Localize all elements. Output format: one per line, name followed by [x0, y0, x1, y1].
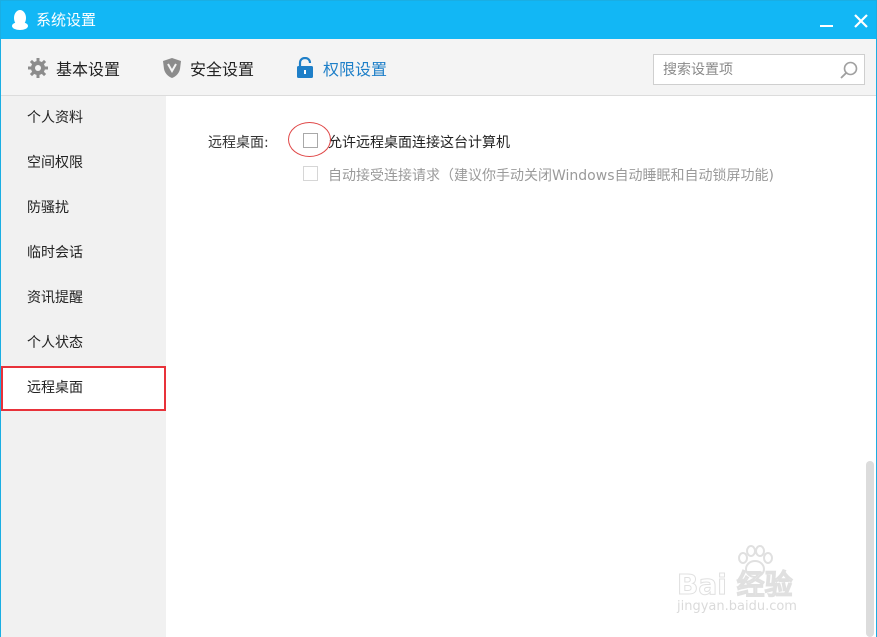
auto-accept-label[interactable]: 自动接受连接请求（建议你手动关闭Windows自动睡眠和自动锁屏功能): [328, 165, 774, 185]
tab-basic-settings[interactable]: 基本设置: [27, 55, 120, 81]
tab-security-settings-label: 安全设置: [190, 60, 255, 79]
section-label: 远程桌面:: [208, 135, 269, 151]
lock-icon: [297, 57, 313, 78]
sidebar-item-remote-desktop[interactable]: 远程桌面: [1, 366, 166, 411]
shield-icon: [163, 58, 181, 78]
baidu-jingyan-watermark: Bai 经验 jingyan.baidu.com: [673, 541, 873, 631]
tab-permission-settings-label: 权限设置: [323, 60, 388, 79]
minimize-button[interactable]: [813, 5, 841, 35]
gear-icon: [28, 58, 48, 78]
window-title: 系统设置: [36, 11, 97, 29]
watermark-url: jingyan.baidu.com: [677, 599, 797, 614]
tab-permission-settings[interactable]: 权限设置: [294, 55, 387, 81]
sidebar-item-temp-chat[interactable]: 临时会话: [1, 231, 166, 276]
minimize-icon: [820, 25, 833, 27]
search-icon[interactable]: [839, 60, 859, 80]
highlight-circle: [288, 122, 331, 157]
search-input[interactable]: [654, 55, 834, 84]
watermark-text: Bai 经验: [677, 568, 794, 602]
search-box[interactable]: [653, 54, 865, 85]
settings-toolbar: 基本设置 安全设置 权限设置: [1, 39, 876, 96]
sidebar-item-personal-status[interactable]: 个人状态: [1, 321, 166, 366]
tab-basic-settings-label: 基本设置: [56, 60, 121, 79]
title-bar[interactable]: 系统设置: [1, 1, 876, 39]
tab-security-settings[interactable]: 安全设置: [161, 55, 254, 81]
sidebar-item-anti-harassment[interactable]: 防骚扰: [1, 186, 166, 231]
settings-window: 系统设置 基本设置 安全设置 权限设置 搜索设置项 个人资料 空间权限 防骚扰 …: [0, 0, 877, 637]
qq-penguin-icon: [12, 10, 28, 30]
sidebar-item-news-alert[interactable]: 资讯提醒: [1, 276, 166, 321]
sidebar-item-personal-info[interactable]: 个人资料: [1, 96, 166, 141]
settings-sidebar: 个人资料 空间权限 防骚扰 临时会话 资讯提醒 个人状态 远程桌面: [1, 96, 166, 637]
auto-accept-checkbox[interactable]: [303, 166, 318, 181]
allow-remote-desktop-label[interactable]: 允许远程桌面连接这台计算机: [328, 132, 510, 152]
sidebar-item-space-permission[interactable]: 空间权限: [1, 141, 166, 186]
close-icon[interactable]: [847, 7, 875, 35]
